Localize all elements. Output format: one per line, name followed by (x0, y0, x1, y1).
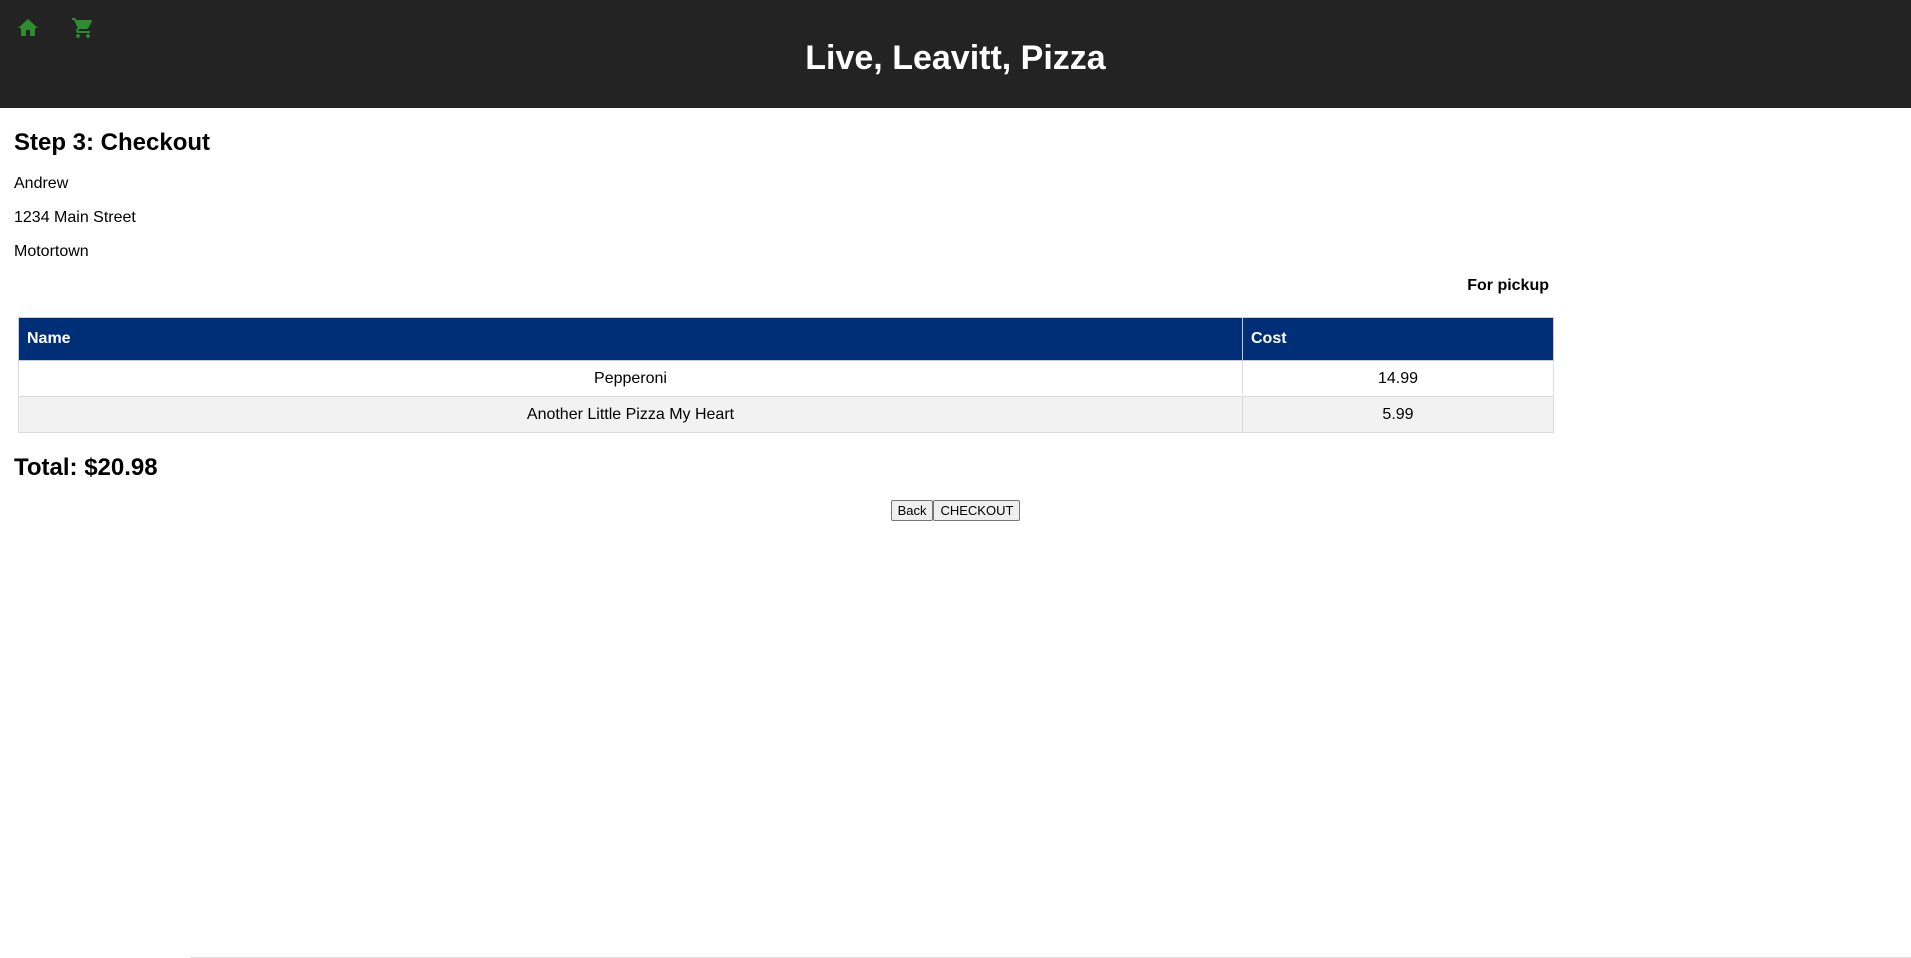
customer-name: Andrew (14, 175, 69, 192)
page-title: Step 3: Checkout (14, 129, 211, 156)
customer-city: Motortown (14, 243, 89, 260)
order-total: Total: $20.98 (14, 454, 158, 481)
order-table: Name Cost Pepperoni 14.99 Another Little… (18, 317, 1554, 433)
column-header-cost: Cost (1242, 317, 1554, 361)
back-button[interactable]: Back (890, 500, 934, 521)
action-buttons: Back CHECKOUT (0, 500, 1911, 521)
table-row: Another Little Pizza My Heart 5.99 (18, 396, 1554, 433)
table-row: Pepperoni 14.99 (18, 360, 1554, 397)
site-title: Live, Leavitt, Pizza (805, 39, 1106, 77)
customer-street: 1234 Main Street (14, 209, 136, 226)
table-header-row: Name Cost (18, 317, 1554, 361)
item-cost: 14.99 (1242, 360, 1554, 397)
site-header: Live, Leavitt, Pizza (0, 0, 1911, 108)
checkout-button[interactable]: CHECKOUT (933, 500, 1021, 521)
item-cost: 5.99 (1242, 396, 1554, 433)
item-name: Another Little Pizza My Heart (18, 396, 1243, 433)
delivery-mode: For pickup (1467, 277, 1549, 294)
item-name: Pepperoni (18, 360, 1243, 397)
column-header-name: Name (18, 317, 1243, 361)
